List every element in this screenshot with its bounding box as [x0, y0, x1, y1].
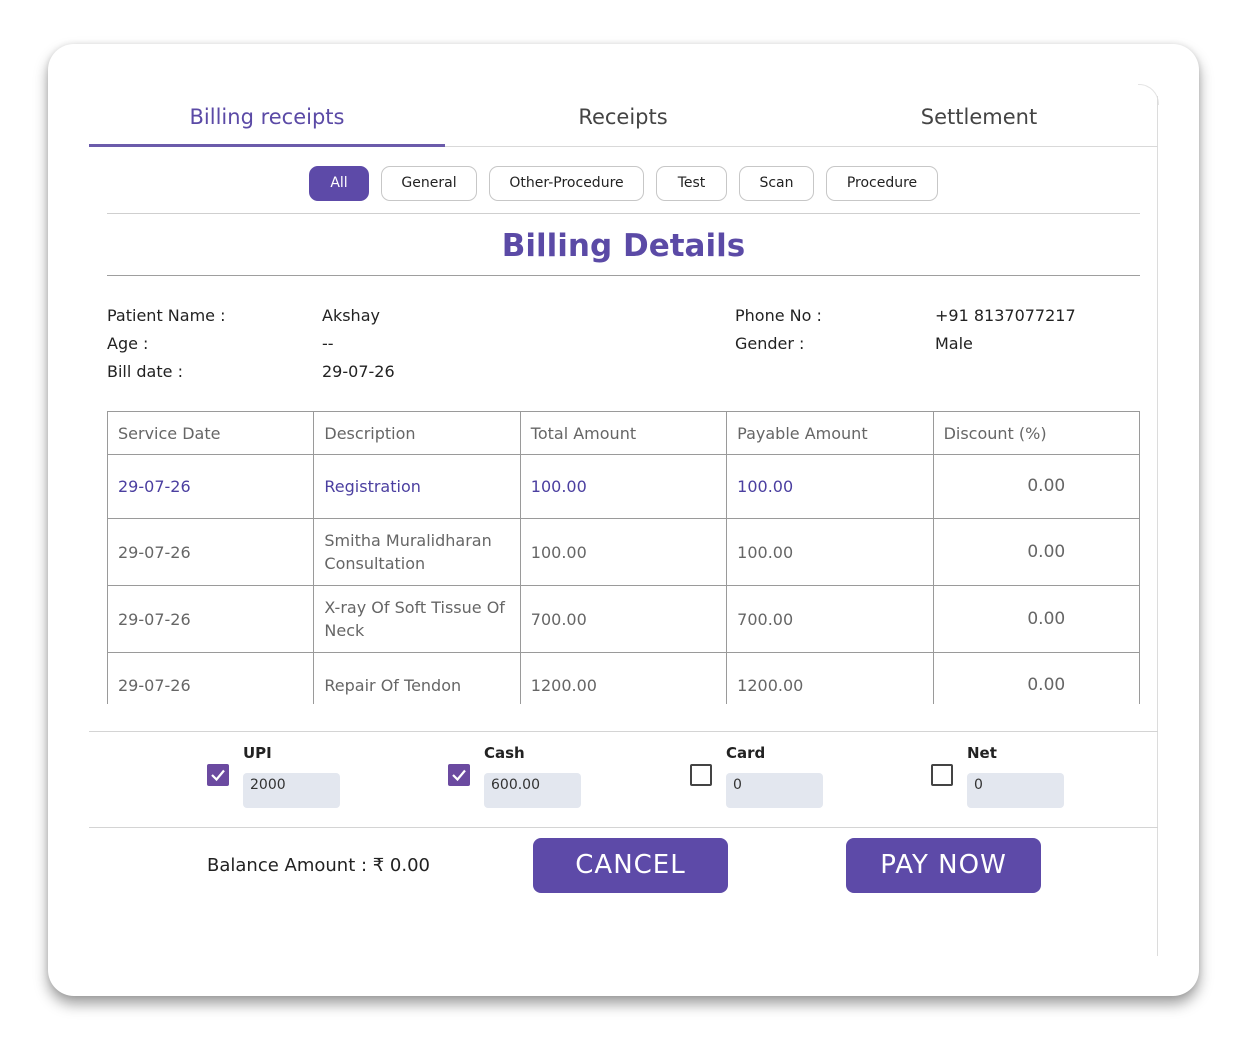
balance-amount: Balance Amount : ₹ 0.00 — [207, 855, 431, 876]
column-header: Total Amount — [519, 411, 728, 455]
discount-cell: 0.00 — [932, 585, 1140, 653]
total-amount-cell: 1200.00 — [519, 652, 728, 704]
cash-label: Cash — [484, 744, 525, 762]
table-row[interactable]: 29-07-26 Repair Of Tendon 1200.00 1200.0… — [107, 652, 1140, 704]
divider — [107, 213, 1140, 214]
pay-now-button[interactable]: PAY NOW — [846, 838, 1041, 893]
billing-table: Service Date Description Total Amount Pa… — [107, 411, 1140, 704]
discount-cell: 0.00 — [932, 518, 1140, 586]
service-date-cell: 29-07-26 — [107, 585, 315, 653]
filter-scan[interactable]: Scan — [739, 166, 814, 201]
billing-table-scroll[interactable]: Service Date Description Total Amount Pa… — [107, 411, 1140, 704]
page-title: Billing Details — [501, 228, 746, 264]
patient-name-value: Akshay — [322, 306, 380, 325]
cancel-button[interactable]: CANCEL — [533, 838, 728, 893]
filter-test[interactable]: Test — [656, 166, 727, 201]
upi-amount-input[interactable]: 2000 — [243, 773, 340, 808]
tab-receipts[interactable]: Receipts — [445, 94, 801, 142]
filter-general[interactable]: General — [381, 166, 477, 201]
service-date-cell: 29-07-26 — [107, 652, 315, 704]
column-header: Description — [313, 411, 521, 455]
service-date-cell: 29-07-26 — [107, 454, 315, 519]
bill-date-value: 29-07-26 — [322, 362, 395, 381]
filter-all[interactable]: All — [309, 166, 369, 201]
net-amount-input[interactable]: 0 — [967, 773, 1064, 808]
table-row[interactable]: 29-07-26 Smitha Muralidharan Consultatio… — [107, 518, 1140, 586]
filter-other-procedure[interactable]: Other-Procedure — [489, 166, 644, 201]
total-amount-cell: 100.00 — [519, 518, 728, 586]
description-cell: Repair Of Tendon — [313, 652, 521, 704]
phone-value: +91 8137077217 — [935, 306, 1076, 325]
divider — [107, 275, 1140, 276]
card-amount-input[interactable]: 0 — [726, 773, 823, 808]
gender-value: Male — [935, 334, 973, 353]
patient-name-label: Patient Name : — [107, 306, 226, 325]
net-checkbox[interactable] — [931, 764, 953, 786]
table-row[interactable]: 29-07-26 X-ray Of Soft Tissue Of Neck 70… — [107, 585, 1140, 653]
check-icon — [452, 769, 466, 782]
column-header: Service Date — [107, 411, 315, 455]
total-amount-cell: 100.00 — [519, 454, 728, 519]
upi-checkbox[interactable] — [207, 764, 229, 786]
description-cell: Smitha Muralidharan Consultation — [313, 518, 521, 586]
description-cell: Registration — [313, 454, 521, 519]
payable-amount-cell: 700.00 — [726, 585, 934, 653]
divider — [89, 827, 1158, 828]
payable-amount-cell: 100.00 — [726, 518, 934, 586]
discount-cell: 0.00 — [932, 652, 1140, 704]
column-header: Discount (%) — [932, 411, 1140, 455]
table-row[interactable]: 29-07-26 Registration 100.00 100.00 0.00 — [107, 454, 1140, 519]
payable-amount-cell: 100.00 — [726, 454, 934, 519]
divider — [89, 731, 1158, 732]
card-label: Card — [726, 744, 766, 762]
cash-amount-input[interactable]: 600.00 — [484, 773, 581, 808]
cash-checkbox[interactable] — [448, 764, 470, 786]
tab-billing-receipts[interactable]: Billing receipts — [89, 94, 445, 142]
service-date-cell: 29-07-26 — [107, 518, 315, 586]
upi-label: UPI — [243, 744, 272, 762]
phone-label: Phone No : — [735, 306, 822, 325]
total-amount-cell: 700.00 — [519, 585, 728, 653]
age-value: -- — [322, 334, 334, 353]
filter-procedure[interactable]: Procedure — [826, 166, 938, 201]
bill-date-label: Bill date : — [107, 362, 183, 381]
check-icon — [211, 769, 225, 782]
tab-settlement[interactable]: Settlement — [801, 94, 1157, 142]
description-cell: X-ray Of Soft Tissue Of Neck — [313, 585, 521, 653]
discount-cell: 0.00 — [932, 454, 1140, 519]
age-label: Age : — [107, 334, 149, 353]
card-checkbox[interactable] — [690, 764, 712, 786]
payable-amount-cell: 1200.00 — [726, 652, 934, 704]
gender-label: Gender : — [735, 334, 805, 353]
net-label: Net — [967, 744, 997, 762]
column-header: Payable Amount — [726, 411, 934, 455]
table-header-row: Service Date Description Total Amount Pa… — [107, 411, 1140, 455]
active-tab-indicator — [89, 144, 445, 147]
